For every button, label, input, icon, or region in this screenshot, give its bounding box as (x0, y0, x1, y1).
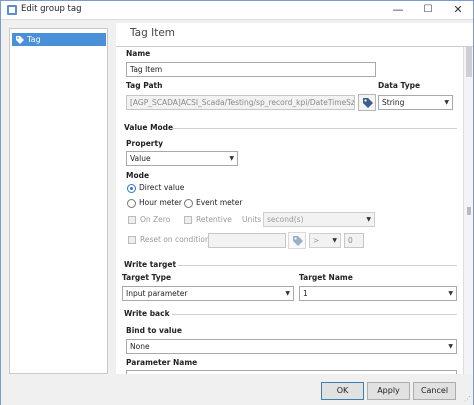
section-divider (172, 128, 457, 129)
title-bar: Edit group tag — ☐ ✕ (1, 1, 473, 20)
data-type-label: Data Type (378, 81, 421, 90)
sidebar-item-label: Tag (27, 35, 41, 44)
reset-operator-value: > (313, 236, 320, 245)
property-value: Value (130, 154, 151, 163)
tag-path-label: Tag Path (126, 81, 163, 90)
chevron-down-icon: ▼ (448, 343, 453, 350)
units-select[interactable]: second(s) ▼ (263, 212, 375, 227)
dialog-window: Edit group tag — ☐ ✕ Tag Tag Item Name T… (0, 0, 474, 405)
retentive-label: Retentive (196, 215, 232, 224)
target-type-value: Input parameter (126, 289, 188, 298)
target-type-label: Target Type (122, 273, 172, 282)
data-type-value: String (382, 98, 405, 107)
app-icon (7, 5, 17, 15)
name-input[interactable]: Tag Item (126, 62, 376, 77)
tag-path-input[interactable]: [AGP_SCADA]ACSI_Scada/Testing/sp_record_… (126, 95, 355, 110)
minimize-button[interactable]: — (383, 1, 413, 19)
tag-browse-button[interactable] (358, 94, 376, 111)
reset-tag-browse-button[interactable] (288, 232, 306, 249)
section-divider (178, 265, 457, 266)
value-mode-section: Value Mode (124, 123, 174, 132)
tag-icon (16, 36, 24, 44)
mode-label: Mode (126, 171, 150, 180)
chevron-down-icon: ▼ (448, 290, 453, 297)
close-button[interactable]: ✕ (443, 1, 473, 19)
mode-hour-label: Hour meter (139, 198, 183, 207)
tag-list-panel: Tag (9, 28, 108, 374)
panel-title: Tag Item (130, 27, 176, 39)
bind-to-value-label: Bind to value (126, 326, 182, 335)
data-type-select[interactable]: String ▼ (378, 95, 453, 110)
property-select[interactable]: Value ▼ (126, 151, 238, 166)
apply-button[interactable]: Apply (367, 382, 410, 400)
on-zero-checkbox[interactable] (128, 216, 136, 224)
units-label: Units (242, 215, 262, 224)
tag-properties-panel: Name Tag Item Tag Path Data Type [AGP_SC… (116, 47, 463, 374)
target-name-select[interactable]: 1 ▼ (299, 286, 457, 301)
cancel-button[interactable]: Cancel (413, 382, 456, 400)
panel-scrollbar[interactable] (463, 47, 473, 374)
window-title: Edit group tag (21, 4, 82, 14)
reset-condition-input[interactable] (208, 233, 286, 248)
reset-on-condition-checkbox[interactable] (128, 236, 136, 244)
mode-hour-radio[interactable] (127, 199, 136, 208)
target-name-value: 1 (303, 289, 308, 298)
property-label: Property (126, 139, 163, 148)
section-divider (172, 314, 457, 315)
units-value: second(s) (267, 215, 304, 224)
retentive-checkbox[interactable] (184, 216, 192, 224)
target-name-label: Target Name (299, 273, 353, 282)
chevron-down-icon: ▼ (229, 155, 234, 162)
mode-event-radio[interactable] (184, 199, 193, 208)
reset-on-condition-label: Reset on condition: (140, 235, 213, 244)
bind-to-value-select[interactable]: None ▼ (126, 339, 457, 354)
sidebar-item-tag[interactable]: Tag (12, 33, 106, 46)
on-zero-label: On Zero (140, 215, 171, 224)
chevron-down-icon: ▼ (285, 290, 290, 297)
tag-icon (363, 98, 373, 108)
mode-direct-radio[interactable] (127, 184, 136, 193)
mode-event-label: Event meter (196, 198, 243, 207)
name-label: Name (126, 49, 151, 58)
mode-direct-label: Direct value (139, 183, 185, 192)
target-type-select[interactable]: Input parameter ▼ (122, 286, 294, 301)
bind-to-value-value: None (130, 342, 150, 351)
resize-grip-icon[interactable]: ⋰ (464, 395, 471, 403)
reset-operator-select[interactable]: > ▼ (309, 233, 341, 248)
tag-icon (293, 236, 303, 246)
dialog-footer: OK Apply Cancel ⋰ (1, 374, 473, 405)
parameter-name-label: Parameter Name (126, 358, 198, 367)
maximize-button[interactable]: ☐ (413, 1, 443, 19)
chevron-down-icon: ▼ (332, 237, 337, 244)
scrollbar-grip (467, 207, 471, 215)
chevron-down-icon: ▼ (366, 216, 371, 223)
chevron-down-icon: ▼ (444, 99, 449, 106)
write-target-section: Write target (124, 260, 177, 269)
reset-value-input[interactable]: 0 (344, 233, 364, 248)
panel-header: Tag Item (116, 23, 473, 47)
scrollbar-thumb[interactable] (466, 47, 472, 77)
ok-button[interactable]: OK (321, 382, 364, 400)
write-back-section: Write back (124, 309, 170, 318)
